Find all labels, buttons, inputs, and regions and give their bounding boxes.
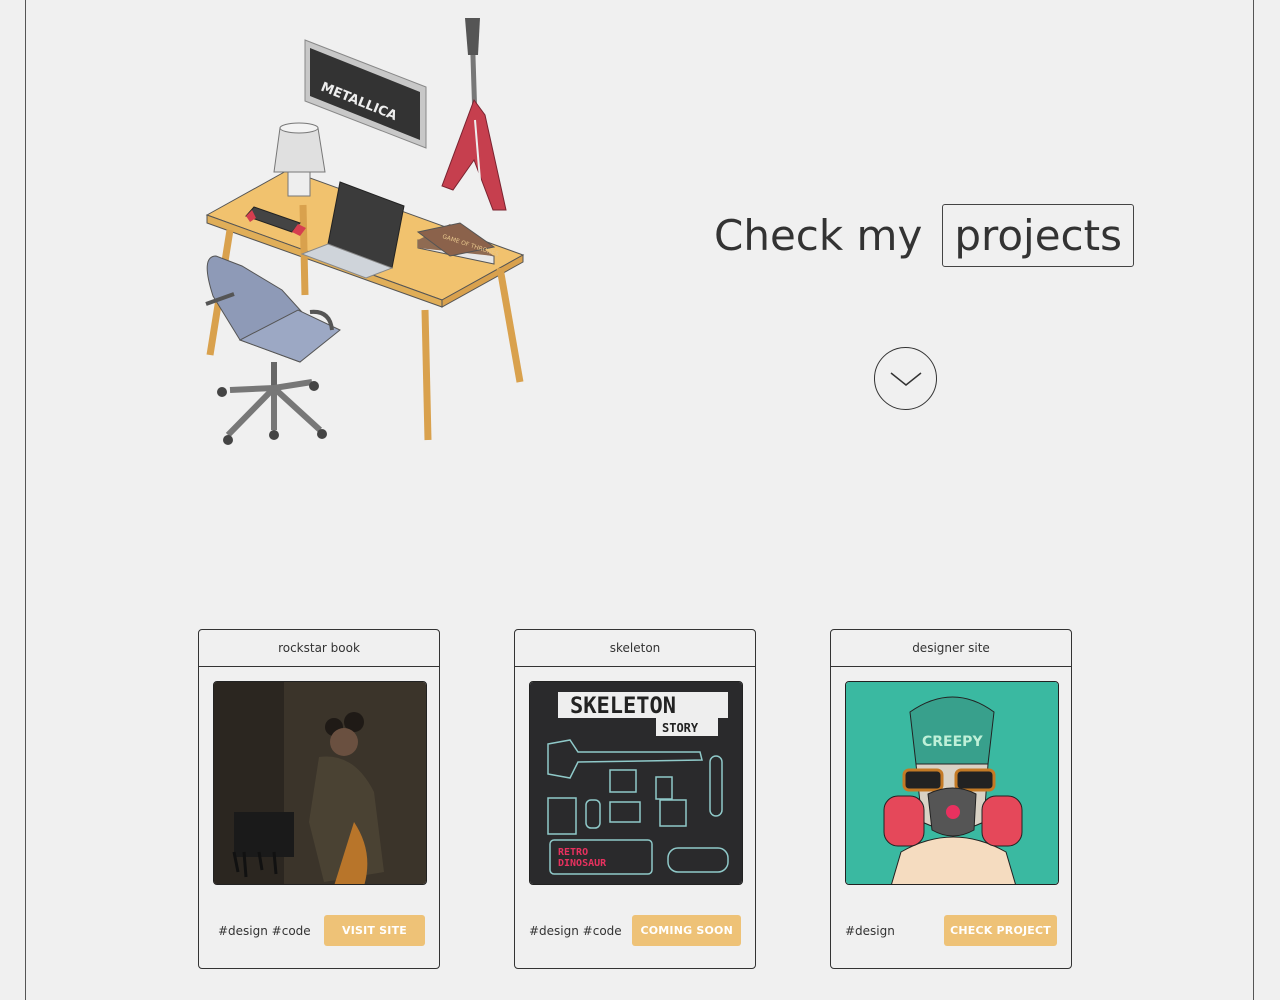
project-thumbnail-rockstar-book[interactable] bbox=[213, 681, 427, 885]
project-tags: #design #code bbox=[218, 924, 311, 938]
guitar bbox=[441, 18, 507, 211]
skeleton-art-title: SKELETON bbox=[570, 694, 676, 719]
project-title: skeleton bbox=[515, 630, 755, 667]
visit-site-button[interactable]: VISIT SITE bbox=[324, 915, 425, 946]
scroll-down-button[interactable] bbox=[874, 347, 937, 410]
project-thumbnail-designer-site[interactable]: CREEPY bbox=[845, 681, 1059, 885]
chevron-down-icon bbox=[890, 371, 921, 386]
page-headline: Check my projects bbox=[714, 196, 1134, 274]
project-card-skeleton: skeleton SKELETON STORY RETRO DINOSAUR #d… bbox=[514, 629, 756, 969]
page-border-right bbox=[1253, 0, 1254, 1000]
skeleton-art-subtitle: STORY bbox=[662, 721, 699, 735]
metallica-poster: METALLICA bbox=[304, 39, 427, 149]
coming-soon-button[interactable]: COMING SOON bbox=[632, 915, 741, 946]
check-project-button[interactable]: CHECK PROJECT bbox=[944, 915, 1057, 946]
project-card-rockstar-book: rockstar book #design #code VISIT SITE bbox=[198, 629, 440, 969]
project-thumbnail-skeleton[interactable]: SKELETON STORY RETRO DINOSAUR bbox=[529, 681, 743, 885]
project-title: rockstar book bbox=[199, 630, 439, 667]
designer-art-text: CREEPY bbox=[922, 734, 983, 750]
office-chair bbox=[205, 255, 341, 445]
project-card-designer-site: designer site CREEPY #design CHECK PROJE… bbox=[830, 629, 1072, 969]
headline-highlight: projects bbox=[942, 203, 1134, 267]
project-tags: #design bbox=[845, 924, 895, 938]
project-tags: #design #code bbox=[529, 924, 622, 938]
project-title: designer site bbox=[831, 630, 1071, 667]
headline-prefix: Check my bbox=[714, 210, 923, 260]
page-border-left bbox=[25, 0, 26, 1000]
workspace-illustration: METALLICA GAME OF THRONES bbox=[205, 18, 525, 445]
